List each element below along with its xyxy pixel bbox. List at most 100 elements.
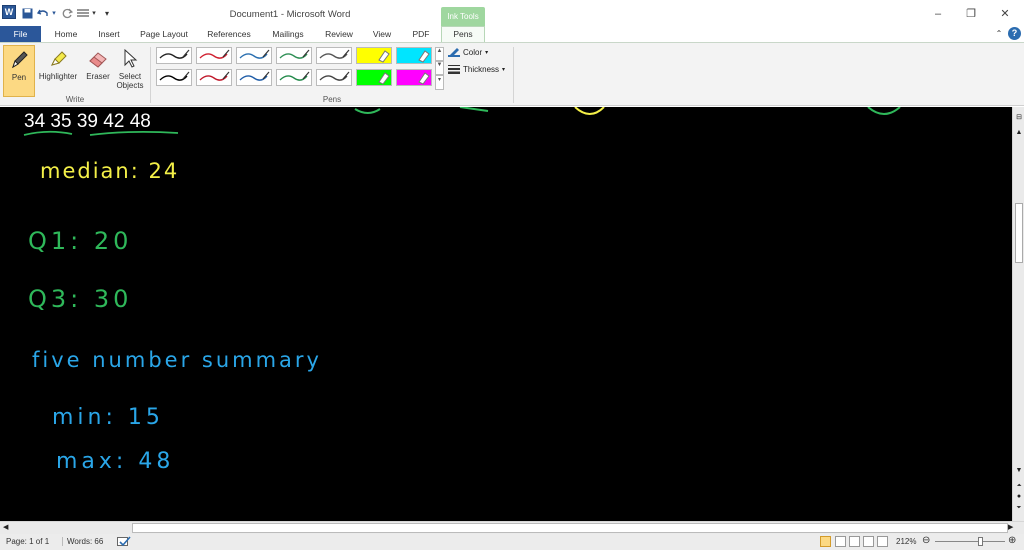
document-ink-canvas[interactable]: 34 35 39 42 48 median: 24 Q1: 20 Q3: 30 … (0, 107, 1012, 521)
pens-group-label: Pens (322, 95, 342, 104)
highlighter-button-label: Highlighter (38, 72, 78, 81)
highlighter-swatch-icon (378, 50, 390, 63)
tab-view[interactable]: View (366, 27, 398, 41)
print-layout-view-icon[interactable] (820, 536, 831, 547)
select-objects-label: Select Objects (116, 72, 144, 90)
minimize-button[interactable]: – (928, 6, 948, 22)
pen-stroke-icon (279, 71, 310, 81)
web-layout-icon[interactable] (849, 536, 860, 547)
highlighter-swatch-icon (418, 50, 430, 63)
title-bar: W ▾ ▾ ▾ Document1 - Microsoft Word Ink T… (0, 0, 1024, 26)
color-label: Color (463, 48, 483, 57)
pen-swatch[interactable] (356, 47, 392, 64)
pen-swatch[interactable] (276, 69, 312, 86)
pen-swatch[interactable] (156, 47, 192, 64)
select-objects-button[interactable]: Select Objects (114, 45, 146, 97)
thickness-button[interactable]: Thickness ▾ (448, 63, 505, 76)
ruler-toggle-icon[interactable]: ⊟ (1014, 113, 1024, 123)
highlighter-swatch-icon (378, 72, 390, 85)
vertical-scroll-thumb[interactable] (1015, 203, 1023, 263)
pen-swatch[interactable] (156, 69, 192, 86)
proofing-icon[interactable] (117, 536, 131, 549)
tab-home[interactable]: Home (48, 27, 84, 41)
pen-stroke-icon (159, 71, 190, 81)
horizontal-scrollbar[interactable]: ◀ ▶ (0, 521, 1024, 534)
zoom-out-icon[interactable]: ⊖ (922, 535, 930, 546)
zoom-slider-thumb[interactable] (978, 537, 983, 546)
eraser-button-label: Eraser (86, 72, 110, 81)
median-note: median: 24 (40, 159, 180, 183)
pen-swatch[interactable] (196, 47, 232, 64)
pen-swatch[interactable] (316, 69, 352, 86)
pen-swatch[interactable] (236, 47, 272, 64)
page-count[interactable]: Page: 1 of 1 (6, 537, 49, 546)
tab-review[interactable]: Review (320, 27, 358, 41)
pen-swatch[interactable] (356, 69, 392, 86)
pen-swatch[interactable] (276, 47, 312, 64)
draft-view-icon[interactable] (877, 536, 888, 547)
horizontal-scroll-thumb[interactable] (132, 523, 1008, 533)
gallery-scroll-up[interactable]: ▲ (435, 47, 444, 61)
tab-pens[interactable]: Pens (441, 26, 485, 42)
pen-button-label: Pen (11, 73, 27, 82)
thickness-label: Thickness (463, 65, 500, 74)
pen-swatch[interactable] (396, 69, 432, 86)
highlighter-button[interactable]: Highlighter (36, 45, 80, 97)
pen-stroke-icon (199, 49, 230, 59)
scroll-left-arrow-icon[interactable]: ◀ (3, 523, 8, 531)
ribbon-pens: Pen Highlighter Eraser Select Objects Wr… (0, 42, 1024, 106)
zoom-level[interactable]: 212% (896, 537, 916, 546)
close-button[interactable]: ✕ (995, 6, 1015, 22)
max-note: max: 48 (56, 449, 175, 474)
highlighter-icon (47, 48, 69, 70)
number-underlines (23, 130, 179, 136)
restore-button[interactable]: ❐ (961, 6, 981, 22)
window-title: Document1 - Microsoft Word (229, 9, 351, 20)
zoom-slider-track[interactable] (935, 541, 1005, 542)
outline-view-icon[interactable] (863, 536, 874, 547)
q3-note: Q3: 30 (28, 285, 133, 313)
color-button[interactable]: Color ▾ (448, 46, 488, 59)
tab-pdf[interactable]: PDF (406, 27, 436, 41)
tab-file[interactable]: File (0, 26, 41, 42)
full-screen-reading-icon[interactable] (835, 536, 846, 547)
group-separator (513, 47, 514, 103)
gallery-scroll-down[interactable]: ▼ (435, 61, 444, 75)
word-count[interactable]: Words: 66 (62, 537, 103, 546)
scroll-down-arrow-icon[interactable]: ▼ (1014, 467, 1024, 474)
tab-insert[interactable]: Insert (92, 27, 126, 41)
pen-stroke-icon (159, 49, 190, 59)
gallery-more[interactable]: ▾ (435, 75, 444, 90)
pen-button[interactable]: Pen (3, 45, 35, 97)
scroll-right-arrow-icon[interactable]: ▶ (1008, 523, 1013, 531)
partial-ink-strokes (354, 107, 901, 115)
pen-swatch[interactable] (236, 69, 272, 86)
zoom-in-icon[interactable]: ⊕ (1008, 535, 1016, 546)
browse-object-icon[interactable]: ● (1014, 493, 1024, 500)
pen-swatch[interactable] (316, 47, 352, 64)
tab-mailings[interactable]: Mailings (265, 27, 311, 41)
eraser-button[interactable]: Eraser (83, 45, 113, 97)
pen-stroke-icon (319, 71, 350, 81)
pen-stroke-icon (279, 49, 310, 59)
previous-page-icon[interactable]: ⏶ (1014, 481, 1024, 491)
help-icon[interactable]: ? (1008, 27, 1021, 40)
scroll-up-arrow-icon[interactable]: ▲ (1014, 129, 1024, 136)
eraser-icon (87, 48, 109, 70)
next-page-icon[interactable]: ⏷ (1014, 505, 1024, 512)
q1-note: Q1: 20 (28, 227, 133, 255)
pen-swatch[interactable] (396, 47, 432, 64)
chevron-down-icon: ▾ (485, 50, 489, 56)
cursor-arrow-icon (119, 48, 141, 70)
tab-references[interactable]: References (201, 27, 257, 41)
tab-page-layout[interactable]: Page Layout (136, 27, 192, 41)
ribbon-collapse-icon[interactable]: ⌃ (993, 27, 1005, 41)
status-bar: Page: 1 of 1 Words: 66 212% ⊖ ⊕ (0, 534, 1024, 550)
pen-stroke-icon (239, 49, 270, 59)
five-number-summary-heading: five number summary (32, 348, 322, 372)
vertical-scrollbar[interactable]: ⊟ ▲ ▼ ⏶ ● ⏷ (1012, 107, 1024, 521)
pen-swatch[interactable] (196, 69, 232, 86)
pen-stroke-icon (199, 71, 230, 81)
pen-stroke-icon (239, 71, 270, 81)
pen-stroke-icon (319, 49, 350, 59)
